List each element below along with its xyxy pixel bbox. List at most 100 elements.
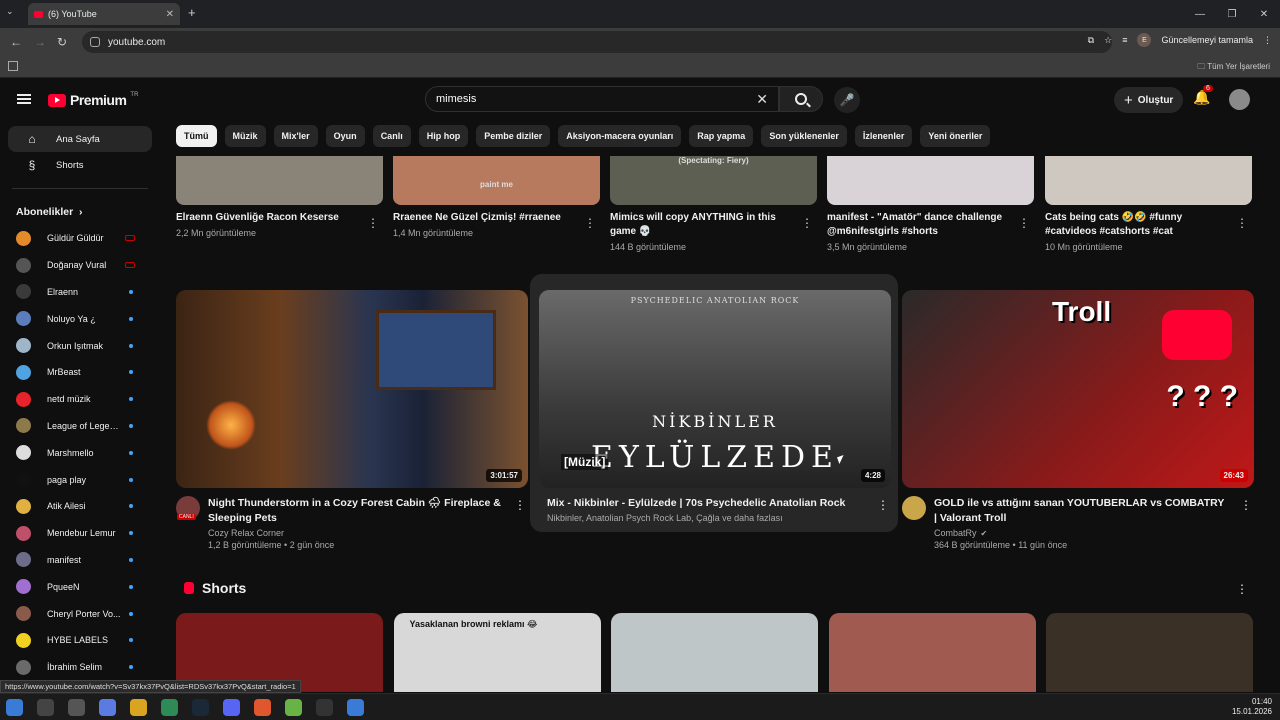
video-card[interactable]: manifest - "Amatör" dance challenge @m6n… (827, 156, 1034, 252)
video-thumbnail[interactable] (1045, 156, 1252, 205)
short-card[interactable] (828, 613, 1036, 692)
filter-chip[interactable]: Canlı (372, 125, 411, 147)
video-card[interactable]: paint me Rraenee Ne Güzel Çizmiş! #rraene… (393, 156, 600, 238)
sidebar-subscription-item[interactable]: Mendebur Lemur (0, 520, 160, 547)
sidebar-subscription-item[interactable]: Atik Ailesi (0, 493, 160, 520)
media-control-icon[interactable]: ≡ (1122, 35, 1127, 45)
minimize-button[interactable]: — (1184, 0, 1216, 28)
short-card[interactable] (1046, 613, 1253, 692)
video-title[interactable]: Mimics will copy ANYTHING in this game 💀 (610, 211, 817, 239)
video-thumbnail[interactable] (176, 156, 383, 205)
video-title[interactable]: GOLD ile vs attığını sanan YOUTUBERLAR v… (934, 496, 1228, 526)
sidebar-subscription-item[interactable]: manifest (0, 547, 160, 574)
video-title[interactable]: Night Thunderstorm in a Cozy Forest Cabi… (208, 496, 502, 526)
clear-search-icon[interactable]: ✕ (756, 91, 768, 108)
start-icon[interactable] (6, 699, 23, 716)
tab-search-button[interactable]: ⌄ (6, 6, 14, 17)
more-options-icon[interactable]: ⋮ (1018, 217, 1030, 229)
voice-search-button[interactable]: 🎤 (834, 87, 860, 113)
back-button[interactable]: ← (10, 35, 22, 49)
filter-chip[interactable]: Pembe diziler (476, 125, 551, 147)
sidebar-subscription-item[interactable]: Noluyo Ya ¿ (0, 305, 160, 332)
profile-avatar[interactable]: E (1137, 33, 1152, 47)
sidebar-item-home[interactable]: ⌂ Ana Sayfa (8, 126, 152, 152)
video-thumbnail[interactable]: paint me (393, 156, 600, 205)
more-options-icon[interactable]: ⋮ (584, 217, 596, 229)
sidebar-subscription-item[interactable]: Cheryl Porter Vo... (0, 600, 160, 627)
tab-close-icon[interactable]: ✕ (166, 9, 174, 20)
video-title[interactable]: Elraenn Güvenliğe Racon Keserse (176, 211, 383, 225)
reload-button[interactable]: ↻ (57, 35, 67, 49)
video-title[interactable]: manifest - "Amatör" dance challenge @m6n… (827, 211, 1034, 239)
more-options-icon[interactable]: ⋮ (877, 498, 889, 512)
filter-chip[interactable]: Mix'ler (273, 125, 318, 147)
more-options-icon[interactable]: ⋮ (367, 217, 379, 229)
update-button[interactable]: Güncellemeyi tamamla (1161, 35, 1253, 45)
all-bookmarks-button[interactable]: 🗀 Tüm Yer İşaretleri (1197, 61, 1270, 75)
sidebar-subscription-item[interactable]: Elraenn (0, 279, 160, 306)
system-clock[interactable]: 01:40 15.01.2026 (1232, 697, 1272, 717)
restore-button[interactable]: ❐ (1216, 0, 1248, 28)
filter-chip[interactable]: Hip hop (418, 125, 469, 147)
copilot-icon[interactable] (99, 699, 116, 716)
sidebar-subscription-item[interactable]: League of Legen... (0, 413, 160, 440)
sidebar-subscription-item[interactable]: MrBeast (0, 359, 160, 386)
video-card[interactable]: Cats being cats 🤣🤣 #funny #catvideos #ca… (1045, 156, 1252, 252)
menu-hamburger-icon[interactable] (17, 94, 31, 104)
filter-chip[interactable]: Müzik (224, 125, 266, 147)
discord-icon[interactable] (223, 699, 240, 716)
apps-grid-icon[interactable] (8, 61, 18, 71)
video-thumbnail[interactable]: (Spectating: Fiery) (610, 156, 817, 205)
chrome-active-icon[interactable] (347, 699, 364, 716)
sidebar-subscription-item[interactable]: Orkun Işıtmak (0, 332, 160, 359)
new-tab-button[interactable]: + (188, 5, 196, 20)
youtube-premium-logo[interactable]: Premium TR (48, 92, 138, 108)
sidebar-subscription-item[interactable]: netd müzik (0, 386, 160, 413)
sidebar-subscription-item[interactable]: HYBE LABELS (0, 627, 160, 654)
close-window-button[interactable]: ✕ (1248, 0, 1280, 28)
video-title[interactable]: Mix - Nikbinler - Eylülzede | 70s Psyche… (547, 496, 865, 511)
address-bar[interactable]: youtube.com (82, 31, 1112, 53)
filter-chip[interactable]: İzlenenler (854, 125, 913, 147)
filter-chip[interactable]: Tümü (176, 125, 217, 147)
more-options-icon[interactable]: ⋮ (514, 498, 526, 512)
sidebar-subscription-item[interactable]: İbrahim Selim (0, 654, 160, 681)
channel-name[interactable]: Nikbinler, Anatolian Psych Rock Lab, Çağ… (547, 513, 865, 523)
sidebar-subscription-item[interactable]: PqueeN (0, 573, 160, 600)
video-card[interactable]: (Spectating: Fiery) Mimics will copy ANYT… (610, 156, 817, 252)
sidebar-subscription-item[interactable]: paga play (0, 466, 160, 493)
search-button[interactable] (779, 86, 823, 112)
filter-chip[interactable]: Aksiyon-macera oyunları (558, 125, 682, 147)
filter-chip[interactable]: Son yüklenenler (761, 125, 847, 147)
task-view-icon[interactable] (68, 699, 85, 716)
install-app-icon[interactable]: ⧉ (1088, 35, 1094, 46)
video-card[interactable]: 3:01:57 CANLI Night Thunderstorm in a Cozy… (176, 290, 528, 550)
search-taskbar-icon[interactable] (37, 699, 54, 716)
video-thumbnail[interactable] (827, 156, 1034, 205)
short-card[interactable]: Yasaklanan browni reklamı 😂 (393, 613, 601, 692)
channel-avatar[interactable]: CANLI (176, 496, 200, 520)
bookmark-star-icon[interactable]: ☆ (1104, 35, 1112, 46)
app-icon[interactable] (254, 699, 271, 716)
video-title[interactable]: Cats being cats 🤣🤣 #funny #catvideos #ca… (1045, 211, 1252, 239)
video-thumbnail[interactable]: Troll ? ? ? 26:43 (902, 290, 1254, 488)
more-options-icon[interactable]: ⋮ (1240, 498, 1252, 512)
forward-button[interactable]: → (34, 35, 46, 49)
app-icon[interactable] (285, 699, 302, 716)
app-icon[interactable] (316, 699, 333, 716)
video-thumbnail[interactable]: 3:01:57 (176, 290, 528, 488)
sidebar-subscription-item[interactable]: Güldür Güldür (0, 225, 160, 252)
video-card[interactable]: Troll ? ? ? 26:43 GOLD ile vs attığını sana… (902, 290, 1254, 550)
create-button[interactable]: + Oluştur (1114, 87, 1184, 113)
notifications-button[interactable]: 🔔 6 (1193, 85, 1213, 106)
shorts-more-icon[interactable]: ⋮ (1236, 582, 1248, 596)
channel-name[interactable]: Cozy Relax Corner (208, 528, 502, 538)
sidebar-item-shorts[interactable]: § Shorts (8, 152, 152, 178)
filter-chip[interactable]: Oyun (325, 125, 365, 147)
steam-icon[interactable] (192, 699, 209, 716)
filter-chip[interactable]: Rap yapma (689, 125, 754, 147)
account-avatar[interactable] (1229, 89, 1250, 110)
browser-tab-youtube[interactable]: (6) YouTube ✕ (28, 3, 180, 25)
subscriptions-header[interactable]: Abonelikler › (0, 199, 160, 225)
channel-avatar[interactable] (902, 496, 926, 520)
